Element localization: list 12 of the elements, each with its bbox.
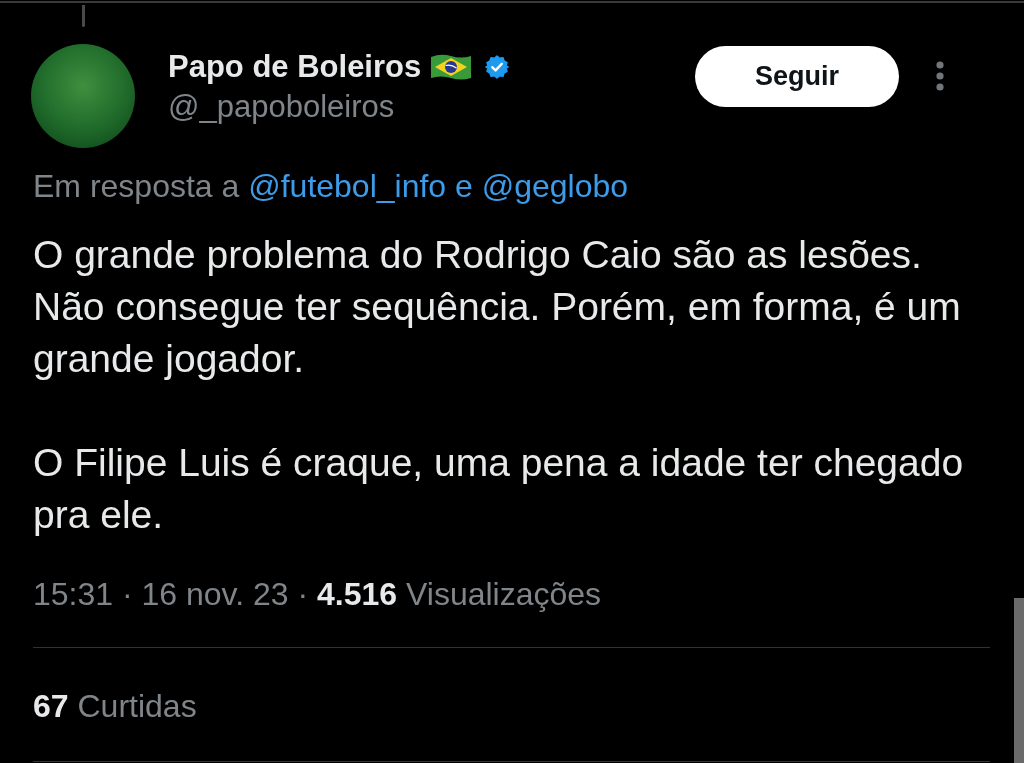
tweet-meta: 15:31 · 16 nov. 23 · 4.516 Visualizações — [33, 575, 603, 614]
mention-link[interactable]: @geglobo — [481, 168, 629, 204]
reply-context: Em resposta a @futebol_info e @geglobo — [33, 167, 630, 206]
brazil-flag-icon — [430, 53, 473, 81]
scrollbar-thumb[interactable] — [1014, 598, 1024, 763]
follow-button[interactable]: Seguir — [695, 46, 899, 107]
author-name[interactable]: Papo de Boleiros — [168, 47, 422, 87]
tweet-text: O grande problema do Rodrigo Caio são as lesões. Não consegue ter sequência. Porém, em forma, é um grande jogador. O Filipe Luis é craque, uma pena a idade ter chegado pra ele. — [33, 232, 965, 538]
more-options-icon[interactable] — [935, 61, 945, 91]
author-handle[interactable]: @_papoboleiros — [168, 87, 695, 127]
mention-link[interactable]: @futebol_info — [248, 168, 447, 204]
likes-link[interactable]: 67 Curtidas — [33, 686, 197, 726]
